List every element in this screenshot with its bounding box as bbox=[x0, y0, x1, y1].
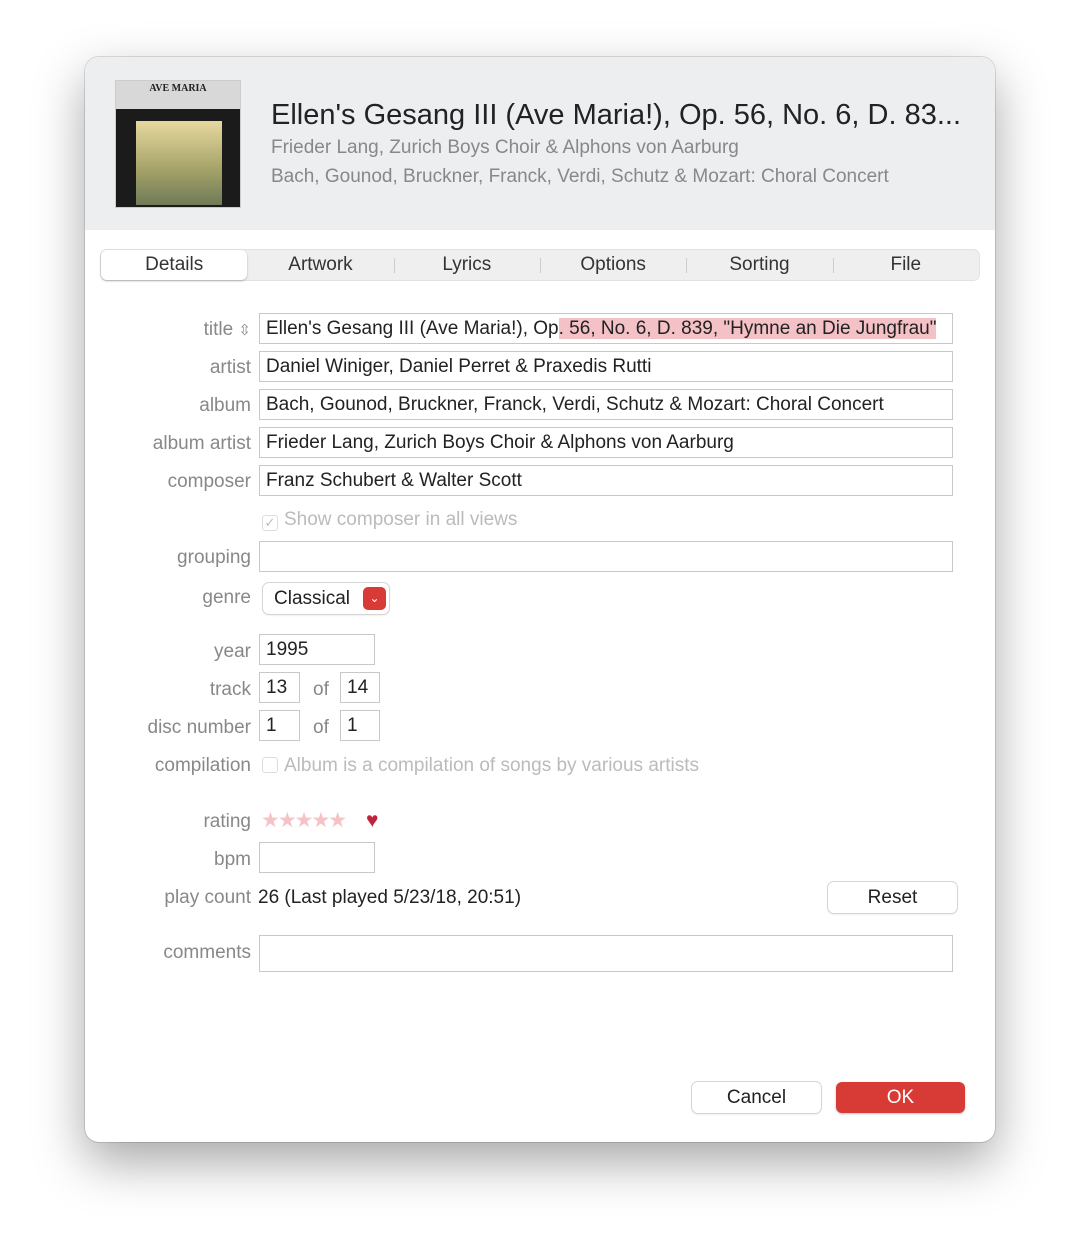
year-label: year bbox=[214, 641, 251, 663]
album-artwork: AVE MARIA bbox=[115, 80, 241, 208]
play-count-label: play count bbox=[164, 887, 251, 909]
play-count-value: 26 (Last played 5/23/18, 20:51) bbox=[258, 887, 521, 909]
album-artist-field[interactable]: Frieder Lang, Zurich Boys Choir & Alphon… bbox=[259, 427, 953, 458]
album-artist-label: album artist bbox=[153, 433, 251, 455]
grouping-label: grouping bbox=[177, 547, 251, 569]
reset-button[interactable]: Reset bbox=[828, 882, 957, 913]
song-title: Ellen's Gesang III (Ave Maria!), Op. 56,… bbox=[271, 99, 961, 132]
compilation-checkbox[interactable]: Album is a compilation of songs by vario… bbox=[262, 755, 699, 777]
sort-arrows-icon[interactable]: ⇳ bbox=[238, 322, 251, 339]
track-label: track bbox=[210, 679, 251, 701]
album-label: album bbox=[199, 395, 251, 417]
tab-sorting[interactable]: Sorting bbox=[686, 250, 832, 280]
title-field[interactable]: Ellen's Gesang III (Ave Maria!), Op. 56,… bbox=[259, 313, 953, 344]
ok-button[interactable]: OK bbox=[836, 1082, 965, 1113]
title-label: title bbox=[204, 319, 234, 340]
genre-label: genre bbox=[202, 587, 251, 609]
composer-label: composer bbox=[168, 471, 251, 493]
bpm-label: bpm bbox=[214, 849, 251, 871]
artist-label: artist bbox=[210, 357, 251, 379]
checkmark-icon: ✓ bbox=[262, 515, 278, 531]
bpm-field[interactable] bbox=[259, 842, 375, 873]
love-heart-icon[interactable]: ♥ bbox=[366, 809, 378, 833]
song-artist: Frieder Lang, Zurich Boys Choir & Alphon… bbox=[271, 137, 739, 159]
chevron-down-icon: ⌄ bbox=[363, 587, 386, 610]
cancel-button[interactable]: Cancel bbox=[692, 1082, 821, 1113]
tab-file[interactable]: File bbox=[833, 250, 979, 280]
tab-options[interactable]: Options bbox=[540, 250, 686, 280]
tab-bar: Details Artwork Lyrics Options Sorting F… bbox=[100, 249, 980, 281]
grouping-field[interactable] bbox=[259, 541, 953, 572]
show-composer-checkbox[interactable]: ✓Show composer in all views bbox=[262, 509, 517, 531]
disc-of-label: of bbox=[313, 717, 329, 739]
header: AVE MARIA Ellen's Gesang III (Ave Maria!… bbox=[85, 57, 995, 230]
tab-details[interactable]: Details bbox=[101, 250, 247, 280]
comments-field[interactable] bbox=[259, 935, 953, 972]
album-field[interactable]: Bach, Gounod, Bruckner, Franck, Verdi, S… bbox=[259, 389, 953, 420]
track-total-field[interactable]: 14 bbox=[340, 672, 380, 703]
track-of-label: of bbox=[313, 679, 329, 701]
genre-select[interactable]: Classical⌄ bbox=[263, 583, 389, 614]
song-album: Bach, Gounod, Bruckner, Franck, Verdi, S… bbox=[271, 166, 889, 188]
composer-field[interactable]: Franz Schubert & Walter Scott bbox=[259, 465, 953, 496]
tab-artwork[interactable]: Artwork bbox=[247, 250, 393, 280]
disc-field[interactable]: 1 bbox=[259, 710, 300, 741]
title-selection: . 56, No. 6, D. 839, "Hymne an Die Jungf… bbox=[559, 318, 937, 339]
rating-label: rating bbox=[203, 811, 251, 833]
track-field[interactable]: 13 bbox=[259, 672, 300, 703]
artist-field[interactable]: Daniel Winiger, Daniel Perret & Praxedis… bbox=[259, 351, 953, 382]
comments-label: comments bbox=[163, 942, 251, 964]
compilation-label: compilation bbox=[155, 755, 251, 777]
disc-total-field[interactable]: 1 bbox=[340, 710, 380, 741]
song-info-dialog: AVE MARIA Ellen's Gesang III (Ave Maria!… bbox=[85, 57, 995, 1142]
tab-lyrics[interactable]: Lyrics bbox=[394, 250, 540, 280]
rating-stars[interactable]: ★★★★★ bbox=[261, 808, 345, 833]
disc-label: disc number bbox=[148, 717, 252, 739]
year-field[interactable]: 1995 bbox=[259, 634, 375, 665]
